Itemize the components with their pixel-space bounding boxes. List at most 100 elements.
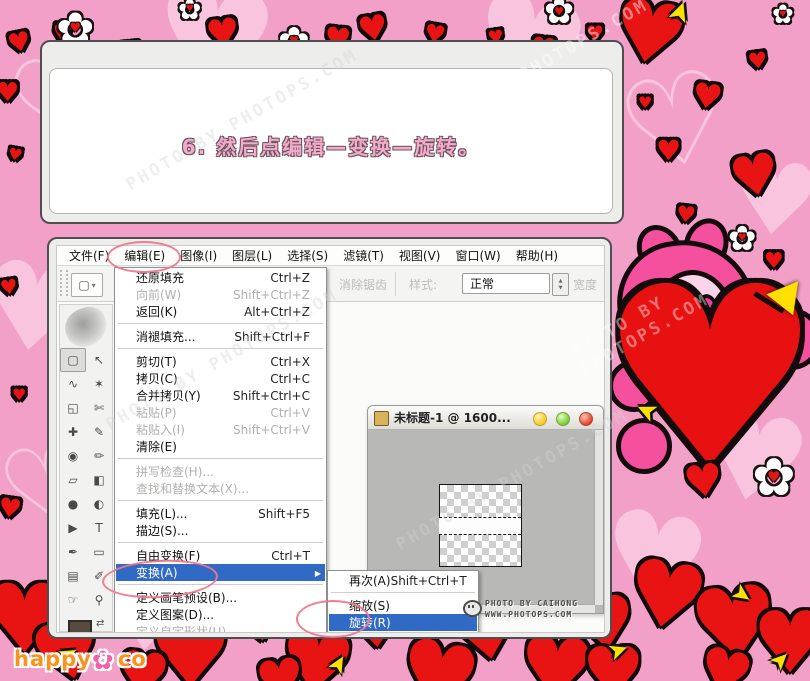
pig-logo-icon xyxy=(463,600,482,617)
menu-separator xyxy=(116,539,325,547)
marquee-tool-icon: ▢ xyxy=(78,278,89,292)
notes-tool[interactable]: ▤ xyxy=(60,564,86,588)
foreground-color-swatch[interactable] xyxy=(68,620,92,633)
menu-separator xyxy=(329,589,477,597)
credit-line1: PHOTO BY CAIHONG xyxy=(485,598,578,609)
minimize-button[interactable] xyxy=(533,412,547,426)
stepper-down-icon: ▼ xyxy=(559,285,563,292)
vertical-scrollbar[interactable] xyxy=(594,430,603,605)
menu-layer[interactable]: 图层(L) xyxy=(232,247,272,264)
daisy-decoration: ✿♥ xyxy=(178,0,201,24)
document-icon xyxy=(374,411,389,426)
options-bar-grip[interactable] xyxy=(60,270,68,296)
clone-stamp-tool[interactable]: ◉ xyxy=(60,444,86,468)
photo-credit-watermark: PHOTO BY CAIHONG WWW.PHOTOPS.COM xyxy=(485,598,578,620)
heart-decoration: ♥ xyxy=(12,388,26,402)
heart-decoration: ♥ xyxy=(747,51,769,73)
color-swatches: ⇄ xyxy=(64,618,108,633)
heart-decoration: ♥ xyxy=(0,496,23,522)
menu-item-fade[interactable]: 消褪填充...Shift+Ctrl+F xyxy=(116,328,325,345)
brush-tool[interactable]: ✎ xyxy=(86,420,112,444)
healing-brush-tool[interactable]: ✚ xyxy=(60,420,86,444)
menu-separator xyxy=(116,455,325,463)
menu-filter[interactable]: 滤镜(T) xyxy=(343,247,384,264)
history-brush-tool[interactable]: ✏ xyxy=(86,444,112,468)
menu-select[interactable]: 选择(S) xyxy=(287,247,328,264)
credit-line2: WWW.PHOTOPS.COM xyxy=(485,609,578,620)
menu-file[interactable]: 文件(F) xyxy=(69,247,109,264)
close-button[interactable] xyxy=(579,412,593,426)
adobe-feather-image xyxy=(60,302,112,351)
tool-grid: ▢ ↖ ∿ ✶ ◱ ✄ ✚ ✎ ◉ ✏ ▱ ◧ ● ◐ ▶ T ✒ xyxy=(60,348,112,612)
menu-separator xyxy=(116,320,325,328)
zoom-tool[interactable]: ⚲ xyxy=(86,588,112,612)
menu-item-stroke[interactable]: 描边(S)... xyxy=(116,522,325,539)
menu-item-paste-into[interactable]: 粘贴入(I)Shift+Ctrl+V xyxy=(116,421,325,438)
type-tool[interactable]: T xyxy=(86,516,112,540)
heart-decoration: ♥ xyxy=(638,96,652,110)
heart-decoration: ♥ xyxy=(726,148,784,206)
daisy-decoration: ✿♥ xyxy=(544,0,574,30)
current-tool-dropdown[interactable]: ▢ ▾ xyxy=(71,273,103,297)
daisy-decoration: ✿♥ xyxy=(772,2,794,28)
menu-item-fill[interactable]: 填充(L)...Shift+F5 xyxy=(116,505,325,522)
menu-item-clear[interactable]: 清除(E) xyxy=(116,438,325,455)
path-selection-tool[interactable]: ▶ xyxy=(60,516,86,540)
zoom-button[interactable] xyxy=(556,412,570,426)
heart-decoration: ♥ xyxy=(0,277,19,297)
dodge-tool[interactable]: ◐ xyxy=(86,492,112,516)
style-select[interactable]: 正常 xyxy=(462,273,550,294)
menu-separator xyxy=(116,345,325,353)
heart-decoration: ♥ xyxy=(253,653,309,681)
menu-item-step-backward[interactable]: 返回(K)Alt+Ctrl+Z xyxy=(116,303,325,320)
menu-item-check-spelling[interactable]: 拼写检查(H)... xyxy=(116,463,325,480)
shape-tool[interactable]: ▭ xyxy=(86,540,112,564)
magic-wand-tool[interactable]: ✶ xyxy=(86,372,112,396)
annotation-circle-rotate xyxy=(296,600,370,638)
pen-tool[interactable]: ✒ xyxy=(60,540,86,564)
menu-item-copy-merged[interactable]: 合并拷贝(Y)Shift+Ctrl+C xyxy=(116,387,325,404)
menu-item-define-pattern[interactable]: 定义图案(D)... xyxy=(116,606,325,623)
instruction-panel-inner: 6. 然后点编辑—变换—旋转。 xyxy=(49,68,613,214)
background-color-swatch[interactable] xyxy=(80,632,104,633)
heart-decoration: ♥ xyxy=(0,82,19,105)
menu-item-step-forward[interactable]: 向前(W)Shift+Ctrl+Z xyxy=(116,286,325,303)
width-label: 宽度 xyxy=(573,276,597,293)
submenu-item-again[interactable]: 再次(A)Shift+Ctrl+T xyxy=(329,572,477,589)
heart-decoration: ♥ xyxy=(656,138,681,163)
move-tool[interactable]: ↖ xyxy=(86,348,112,372)
lasso-tool[interactable]: ∿ xyxy=(60,372,86,396)
menu-item-find-replace-text[interactable]: 查找和替换文本(X)... xyxy=(116,480,325,497)
annotation-circle-edit-menu xyxy=(107,241,181,273)
page: ♡ ♥ ♡ ♥ ♡ ♥ ♡ ♥ ♥ ♡ ♥ ♡ ♥ ♥ ♥ ♥ ♥ ♥ ♥ ♥ … xyxy=(0,0,810,681)
style-label: 样式: xyxy=(409,276,437,293)
heart-decoration: ♥ xyxy=(690,80,724,115)
style-stepper[interactable]: ▲ ▼ xyxy=(552,273,569,296)
happynco-logo: happy✿nco xyxy=(14,646,147,676)
document-title-bar[interactable]: 未标题-1 @ 1600... xyxy=(368,406,603,430)
menu-item-cut[interactable]: 剪切(T)Ctrl+X xyxy=(116,353,325,370)
menu-view[interactable]: 视图(V) xyxy=(399,247,441,264)
canvas-transparent-area[interactable] xyxy=(439,484,522,567)
eraser-tool[interactable]: ▱ xyxy=(60,468,86,492)
menu-separator xyxy=(116,497,325,505)
menu-item-paste[interactable]: 粘贴(P)Ctrl+V xyxy=(116,404,325,421)
options-divider xyxy=(395,272,396,296)
menu-help[interactable]: 帮助(H) xyxy=(516,247,558,264)
hand-tool[interactable]: ☞ xyxy=(60,588,86,612)
menu-item-copy[interactable]: 拷贝(C)Ctrl+C xyxy=(116,370,325,387)
swap-colors-icon[interactable]: ⇄ xyxy=(96,618,104,629)
menu-image[interactable]: 图像(I) xyxy=(180,247,217,264)
gradient-tool[interactable]: ◧ xyxy=(86,468,112,492)
slice-tool[interactable]: ✄ xyxy=(86,396,112,420)
blur-tool[interactable]: ● xyxy=(60,492,86,516)
rect-marquee-tool[interactable]: ▢ xyxy=(60,348,86,372)
selection-marquee-band xyxy=(439,517,521,535)
heart-decoration: ♥ xyxy=(6,30,34,58)
menu-item-define-custom-shape[interactable]: 定义自定形状(U)... xyxy=(116,623,325,633)
crop-tool[interactable]: ◱ xyxy=(60,396,86,420)
logo-n: n xyxy=(99,649,109,664)
anti-alias-label: 消除锯齿 xyxy=(339,276,387,293)
daisy-decoration: ✿♥ xyxy=(728,222,757,256)
menu-window[interactable]: 窗口(W) xyxy=(455,247,500,264)
